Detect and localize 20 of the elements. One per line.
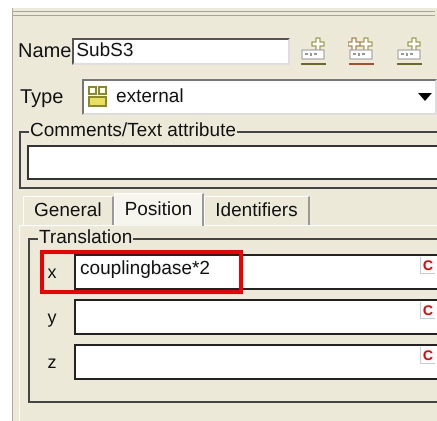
- tab[interactable]: Identifiers: [204, 196, 310, 225]
- coordinate-field[interactable]: C: [74, 299, 437, 335]
- coordinate-field[interactable]: couplingbase*2 C: [74, 254, 437, 290]
- component-icon: [88, 86, 108, 108]
- coordinate-field[interactable]: C: [74, 344, 437, 380]
- comments-field[interactable]: [27, 145, 437, 180]
- tab[interactable]: General: [23, 196, 114, 225]
- type-dropdown[interactable]: external: [82, 79, 437, 115]
- marker-label[interactable]: C: [420, 347, 435, 364]
- type-value: external: [116, 84, 184, 109]
- marker-label[interactable]: C: [420, 257, 435, 274]
- axis-label: x: [46, 260, 58, 284]
- dropdown-arrow-icon[interactable]: [418, 93, 432, 101]
- marker-label[interactable]: C: [420, 302, 435, 319]
- name-field[interactable]: SubS3: [72, 38, 290, 64]
- name-label: Name: [18, 39, 72, 64]
- axis-label: y: [46, 306, 58, 329]
- tab[interactable]: Position: [114, 193, 204, 226]
- type-label: Type: [20, 85, 64, 110]
- axis-label: z: [46, 350, 58, 374]
